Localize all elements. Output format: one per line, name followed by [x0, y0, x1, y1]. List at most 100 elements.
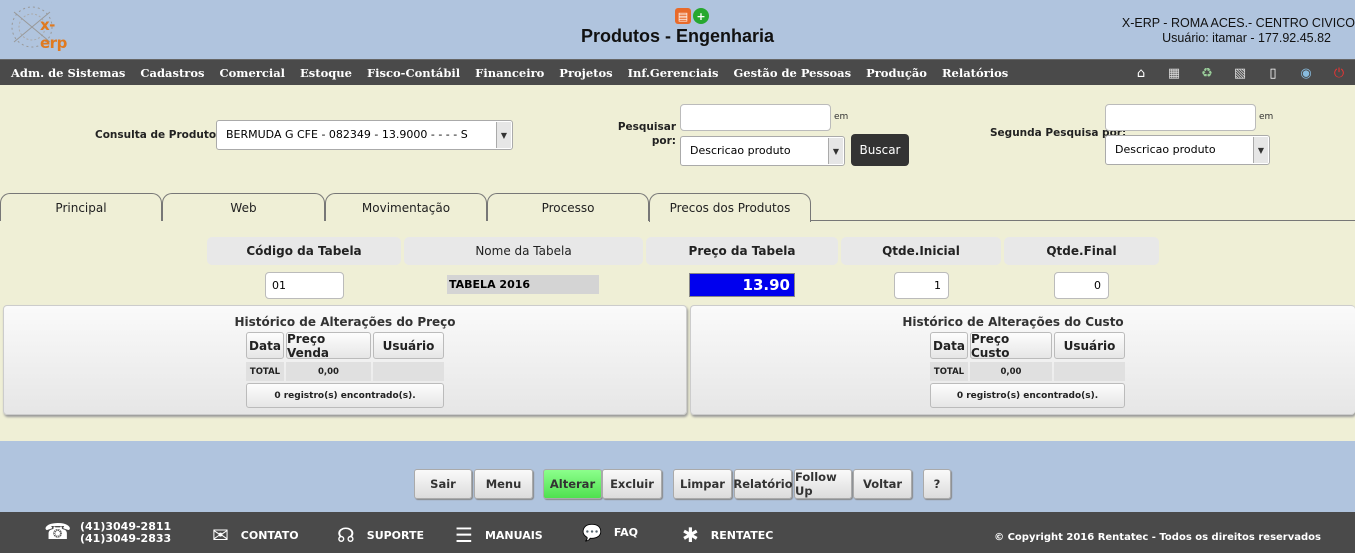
menu-estoque[interactable]: Estoque	[300, 66, 352, 80]
voltar-button[interactable]: Voltar	[853, 469, 912, 499]
menu-projetos[interactable]: Projetos	[559, 66, 612, 80]
phone-icon: ☎	[44, 520, 72, 545]
add-icon[interactable]: +	[693, 8, 709, 24]
codigo-tabela-input[interactable]: 01	[265, 272, 344, 299]
pesquisar-label-line2: por:	[651, 135, 676, 147]
page-icon[interactable]: ▯	[1263, 63, 1283, 83]
tab-movimentacao[interactable]: Movimentação	[325, 193, 487, 221]
headset-icon: ☊	[337, 523, 355, 547]
header: x-erp ▤ + Produtos - Engenharia X-ERP - …	[0, 0, 1355, 59]
tab-precos-produtos[interactable]: Precos dos Produtos	[649, 193, 811, 222]
header-preco-tabela: Preço da Tabela	[646, 237, 838, 265]
chevron-down-icon[interactable]: ▼	[828, 138, 843, 164]
hist-preco-col-preco[interactable]: Preço Venda	[286, 332, 371, 360]
header-icons: ▤ +	[675, 8, 709, 24]
second-search-input[interactable]	[1105, 104, 1256, 131]
recycle-icon[interactable]: ♻	[1197, 63, 1217, 83]
menu-adm-sistemas[interactable]: Adm. de Sistemas	[11, 66, 125, 80]
hist-custo-title: Histórico de Alterações do Custo	[902, 315, 1124, 329]
hist-preco-col-usuario[interactable]: Usuário	[373, 332, 444, 359]
menu-button[interactable]: Menu	[474, 469, 533, 499]
hist-preco-title: Histórico de Alterações do Preço	[234, 315, 456, 329]
chevron-down-icon[interactable]: ▼	[496, 122, 511, 148]
help-button[interactable]: ?	[923, 469, 951, 499]
hist-preco-footer: 0 registro(s) encontrado(s).	[246, 383, 444, 408]
relatorio-button[interactable]: Relatório	[733, 469, 793, 499]
hist-custo-col-custo[interactable]: Preço Custo	[970, 332, 1052, 360]
menu-fisco-contabil[interactable]: Fisco-Contábil	[367, 66, 460, 80]
suporte-label: SUPORTE	[366, 528, 425, 542]
save-icon[interactable]: ▦	[1164, 63, 1184, 83]
alterar-button[interactable]: Alterar	[543, 469, 602, 499]
tab-processo[interactable]: Processo	[487, 193, 649, 221]
hist-custo-total-label: TOTAL	[930, 362, 968, 381]
product-select-value: BERMUDA G CFE - 082349 - 13.9000 - - - -…	[226, 128, 468, 141]
menu-gestao-pessoas[interactable]: Gestão de Pessoas	[733, 66, 851, 80]
hist-custo-col-usuario[interactable]: Usuário	[1054, 332, 1125, 359]
faq-link[interactable]: 💬 FAQ	[582, 523, 638, 542]
qtde-inicial-input[interactable]: 1	[894, 272, 949, 299]
footer: ☎ (41)3049-2811 (41)3049-2833 ✉ CONTATO ☊…	[0, 512, 1355, 553]
hist-preco-total-label: TOTAL	[246, 362, 284, 381]
menu-items: Adm. de Sistemas Cadastros Comercial Est…	[11, 66, 1023, 80]
rentatec-icon: ✱	[682, 523, 699, 547]
manuais-label: MANUAIS	[484, 528, 543, 542]
follow-up-button[interactable]: Follow Up	[794, 469, 852, 499]
sair-button[interactable]: Sair	[414, 469, 472, 499]
company-name: X-ERP - ROMA ACES.- CENTRO CIVICO	[1121, 16, 1355, 30]
main-content: Consulta de Produtosi BERMUDA G CFE - 08…	[0, 85, 1355, 441]
search-field-value: Descricao produto	[690, 144, 791, 157]
contato-link[interactable]: ✉ CONTATO	[212, 523, 299, 547]
tab-web[interactable]: Web	[162, 193, 325, 221]
tab-principal[interactable]: Principal	[0, 193, 162, 221]
menu-comercial[interactable]: Comercial	[219, 66, 285, 80]
home-icon[interactable]: ⌂	[1131, 63, 1151, 83]
report-icon[interactable]: ▤	[675, 8, 691, 24]
second-field-value: Descricao produto	[1115, 143, 1216, 156]
hist-custo-col-data[interactable]: Data	[930, 332, 968, 359]
menu-bar: Adm. de Sistemas Cadastros Comercial Est…	[0, 59, 1355, 85]
hist-custo-total-value: 0,00	[970, 362, 1052, 381]
books-icon: ☰	[455, 523, 473, 547]
hist-preco-total-empty	[373, 362, 444, 381]
menu-inf-gerenciais[interactable]: Inf.Gerenciais	[628, 66, 719, 80]
menu-financeiro[interactable]: Financeiro	[475, 66, 544, 80]
session-info: X-ERP - ROMA ACES.- CENTRO CIVICO Usuári…	[1095, 16, 1355, 46]
consulta-label: Consulta de Produtosi	[95, 129, 235, 141]
contato-label: CONTATO	[240, 528, 299, 542]
em-label: em	[834, 112, 849, 122]
menu-relatorios[interactable]: Relatórios	[942, 66, 1008, 80]
hist-preco-col-data[interactable]: Data	[246, 332, 284, 359]
header-qtde-inicial: Qtde.Inicial	[841, 237, 1001, 265]
mail-icon: ✉	[212, 523, 229, 547]
manuais-link[interactable]: ☰ MANUAIS	[455, 523, 543, 547]
phone-2: (41)3049-2833	[80, 532, 172, 545]
excluir-button[interactable]: Excluir	[602, 469, 662, 499]
menu-producao[interactable]: Produção	[866, 66, 927, 80]
hist-preco-panel: Histórico de Alterações do Preço Data Pr…	[3, 305, 687, 415]
document-icon[interactable]: ▧	[1230, 63, 1250, 83]
header-nome-tabela: Nome da Tabela	[404, 237, 643, 265]
faq-icon: 💬	[582, 523, 602, 542]
suporte-link[interactable]: ☊ SUPORTE	[337, 523, 424, 547]
copyright: © Copyright 2016 Rentatec - Todos os dir…	[994, 532, 1321, 543]
pesquisar-label: Pesquisar por:	[612, 120, 676, 148]
header-qtde-final: Qtde.Final	[1004, 237, 1159, 265]
buscar-button[interactable]: Buscar	[851, 134, 909, 166]
chevron-down-icon[interactable]: ▼	[1253, 137, 1268, 163]
action-bar: Sair Menu Alterar Excluir Limpar Relatór…	[0, 441, 1355, 512]
print-icon[interactable]: ◉	[1296, 63, 1316, 83]
limpar-button[interactable]: Limpar	[673, 469, 732, 499]
rentatec-link[interactable]: ✱ RENTATEC	[682, 523, 773, 547]
second-field-select[interactable]: Descricao produto ▼	[1105, 135, 1270, 165]
rentatec-label: RENTATEC	[710, 528, 774, 542]
menu-cadastros[interactable]: Cadastros	[140, 66, 204, 80]
search-input[interactable]	[680, 104, 831, 131]
hist-custo-panel: Histórico de Alterações do Custo Data Pr…	[690, 305, 1355, 415]
power-icon[interactable]: ⏻	[1329, 63, 1349, 83]
product-select[interactable]: BERMUDA G CFE - 082349 - 13.9000 - - - -…	[216, 120, 513, 150]
qtde-final-input[interactable]: 0	[1054, 272, 1109, 299]
pesquisar-label-line1: Pesquisar	[617, 121, 676, 133]
search-field-select[interactable]: Descricao produto ▼	[680, 136, 845, 166]
preco-tabela-input[interactable]: 13.90	[689, 273, 795, 297]
